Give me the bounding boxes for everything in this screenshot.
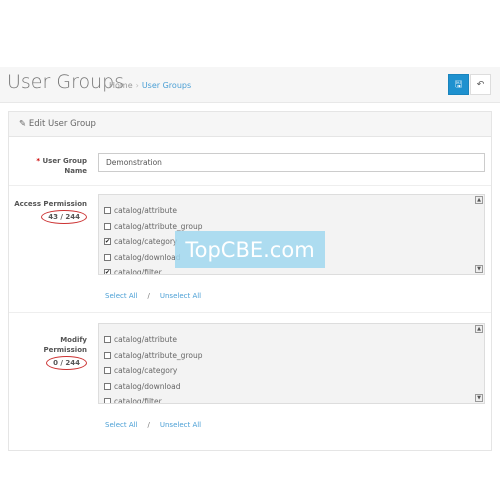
watermark: TopCBE.com	[175, 231, 325, 268]
permission-label: catalog/attribute_group	[114, 221, 203, 231]
access-unselect-all-link[interactable]: Unselect All	[160, 292, 201, 300]
modify-permission-label: Modify Permission 0 / 244	[37, 335, 87, 370]
breadcrumb-user-groups[interactable]: User Groups	[142, 81, 191, 90]
edit-user-group-panel: ✎ Edit User Group * User Group Name Demo…	[8, 111, 492, 451]
panel-title: Edit User Group	[28, 119, 96, 129]
user-group-name-label: * User Group Name	[36, 157, 87, 175]
save-button[interactable]: 🖫	[448, 74, 469, 95]
checkbox[interactable]: ✔	[104, 269, 111, 274]
access-permission-label: Access Permission 43 / 244	[14, 199, 87, 224]
checkbox[interactable]	[104, 351, 111, 359]
permission-item[interactable]: catalog/attribute	[99, 203, 484, 219]
modify-permission-count: 0 / 244	[46, 356, 87, 370]
checkbox[interactable]	[104, 222, 111, 230]
checkbox[interactable]	[104, 207, 111, 215]
page-title: User Groups	[7, 71, 125, 93]
modify-unselect-all-link[interactable]: Unselect All	[160, 421, 201, 429]
checkbox[interactable]	[104, 253, 111, 261]
page-header: User Groups Home › User Groups 🖫 ↶	[0, 67, 500, 103]
permission-label: catalog/filter	[114, 397, 162, 404]
checkbox[interactable]	[104, 336, 111, 344]
permission-item[interactable]: catalog/attribute	[99, 332, 484, 348]
access-select-all-link[interactable]: Select All	[105, 292, 138, 300]
permission-label: catalog/attribute	[114, 206, 177, 216]
permission-label: catalog/attribute_group	[114, 350, 203, 360]
back-button[interactable]: ↶	[470, 74, 491, 95]
pencil-icon: ✎	[19, 119, 27, 129]
permission-item[interactable]: catalog/download	[99, 379, 484, 395]
access-permission-count: 43 / 244	[41, 210, 87, 224]
permission-label: catalog/filter	[114, 268, 162, 275]
breadcrumb: Home › User Groups	[109, 81, 192, 90]
panel-heading: ✎ Edit User Group	[9, 112, 491, 137]
save-icon: 🖫	[454, 79, 463, 90]
permission-label: catalog/attribute	[114, 335, 177, 345]
user-group-name-input[interactable]: Demonstration	[98, 153, 485, 172]
permission-item[interactable]: catalog/filter	[99, 394, 484, 404]
modify-select-all-link[interactable]: Select All	[105, 421, 138, 429]
permission-item[interactable]: catalog/attribute_group	[99, 348, 484, 364]
scrollbar[interactable]: ▲ ▼	[475, 325, 483, 402]
checkbox[interactable]: ✔	[104, 238, 111, 246]
permission-label: catalog/download	[114, 252, 181, 262]
permission-label: catalog/download	[114, 381, 181, 391]
scrollbar[interactable]: ▲ ▼	[475, 196, 483, 273]
permission-item[interactable]: catalog/category	[99, 363, 484, 379]
modify-permission-list[interactable]: catalog/attribute catalog/attribute_group…	[98, 323, 485, 404]
breadcrumb-home[interactable]: Home	[109, 81, 133, 90]
permission-label: catalog/category	[114, 237, 178, 247]
checkbox[interactable]	[104, 398, 111, 403]
reply-icon: ↶	[476, 79, 485, 90]
modify-permission-row: Modify Permission 0 / 244 catalog/attribu…	[9, 313, 491, 452]
checkbox[interactable]	[104, 382, 111, 390]
user-group-name-row: * User Group Name Demonstration	[9, 137, 491, 186]
checkbox[interactable]	[104, 367, 111, 375]
permission-label: catalog/category	[114, 366, 178, 376]
